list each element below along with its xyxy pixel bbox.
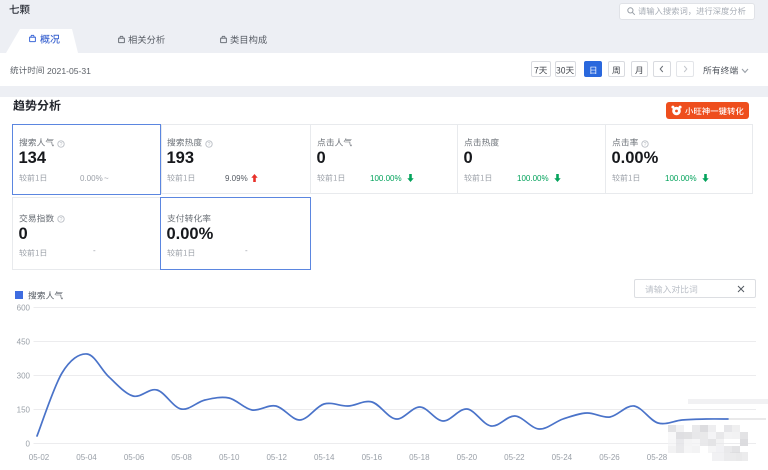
svg-text:300: 300 (17, 372, 31, 381)
svg-text:?: ? (208, 141, 211, 147)
svg-text:05-06: 05-06 (124, 453, 145, 462)
svg-text:05-24: 05-24 (552, 453, 573, 462)
svg-text:450: 450 (17, 338, 31, 347)
svg-text:05-16: 05-16 (362, 453, 383, 462)
svg-text:05-14: 05-14 (314, 453, 335, 462)
svg-text:05-12: 05-12 (266, 453, 287, 462)
svg-text:150: 150 (17, 406, 31, 415)
svg-text:05-02: 05-02 (29, 453, 50, 462)
svg-text:?: ? (60, 141, 63, 147)
svg-text:05-26: 05-26 (599, 453, 620, 462)
svg-text:0: 0 (26, 440, 31, 449)
svg-text:05-20: 05-20 (457, 453, 478, 462)
svg-text:05-04: 05-04 (76, 453, 97, 462)
svg-text:05-08: 05-08 (171, 453, 192, 462)
svg-text:05-28: 05-28 (647, 453, 668, 462)
svg-text:05-18: 05-18 (409, 453, 430, 462)
svg-text:?: ? (60, 217, 63, 223)
svg-text:?: ? (644, 141, 647, 147)
svg-text:600: 600 (17, 304, 31, 313)
svg-text:05-10: 05-10 (219, 453, 240, 462)
svg-text:05-22: 05-22 (504, 453, 525, 462)
